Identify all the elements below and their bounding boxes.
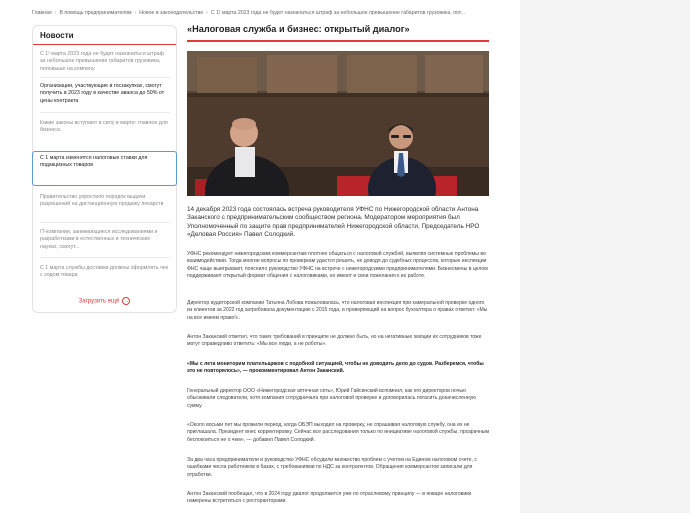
news-item-7[interactable]: С 1 марта службы доставки должны оформля… — [33, 265, 176, 280]
news-divider — [40, 222, 170, 223]
article-quote: «Мы с лета мониторим плательщиков с подо… — [187, 361, 484, 375]
news-item-6[interactable]: IT-компании, занимающиеся исследованиями… — [33, 229, 176, 251]
news-item-1[interactable]: С 1! марта 2023 года не будет назначатьс… — [33, 51, 176, 73]
news-item-2[interactable]: Организации, участвующие в госзакупках, … — [33, 83, 176, 105]
article-title: «Налоговая служба и бизнес: открытый диа… — [187, 24, 410, 34]
sidebar-title: Новости — [33, 26, 176, 45]
page: Главная › В помощь предпринимателям › Новое … — [0, 0, 520, 513]
breadcrumb-subsection-link[interactable]: Новое в законодательстве — [139, 10, 203, 16]
article-paragraph-7: Антон Заканский пообещал, что в 2024 год… — [187, 491, 472, 505]
article-paragraph-1: УФНС рекомендует нижегородским коммерсан… — [187, 251, 488, 279]
article-lead: 14 декабря 2023 года состоялась встреча … — [187, 206, 480, 239]
load-more-button[interactable]: Загрузить ещё → — [33, 297, 176, 305]
article-photo — [187, 51, 489, 196]
news-item-3[interactable]: Какие законы вступают в силу в марте: гл… — [33, 120, 176, 135]
breadcrumb-section-link[interactable]: В помощь предпринимателям — [59, 10, 131, 16]
breadcrumb-current: С 1! марта 2023 года не будет назначатьс… — [211, 10, 465, 16]
meeting-photo-image — [187, 51, 489, 196]
news-item-5[interactable]: Правительство упростило порядок выдачи р… — [33, 194, 176, 209]
title-divider — [187, 40, 489, 42]
article-paragraph-5: «Около восьми лет мы прожили период, ког… — [187, 422, 489, 443]
breadcrumb-separator: › — [206, 10, 208, 16]
load-more-label: Загрузить ещё — [78, 298, 120, 305]
breadcrumb: Главная › В помощь предпринимателям › Новое … — [32, 10, 492, 16]
article-paragraph-3: Антон Заканский ответил, что таких требо… — [187, 334, 482, 348]
arrow-right-icon: → — [122, 297, 131, 305]
article-paragraph-2: Директор аудиторской компании Татьяна Ло… — [187, 300, 488, 321]
news-sidebar: Новости С 1! марта 2023 года не будет на… — [32, 25, 177, 313]
news-divider — [40, 77, 170, 78]
article: «Налоговая служба и бизнес: открытый диа… — [187, 24, 489, 504]
breadcrumb-separator: › — [54, 10, 57, 16]
news-item-4-active[interactable]: С 1 марта изменятся налоговые ставки для… — [32, 151, 177, 186]
breadcrumb-separator: › — [134, 10, 137, 16]
breadcrumb-home-link[interactable]: Главная — [32, 10, 52, 16]
news-divider — [40, 257, 170, 258]
article-paragraph-6: За два часа предприниматели и руководств… — [187, 457, 477, 478]
news-divider — [40, 112, 170, 113]
article-paragraph-4: Генеральный директор ООО «Нижегородская … — [187, 388, 476, 409]
